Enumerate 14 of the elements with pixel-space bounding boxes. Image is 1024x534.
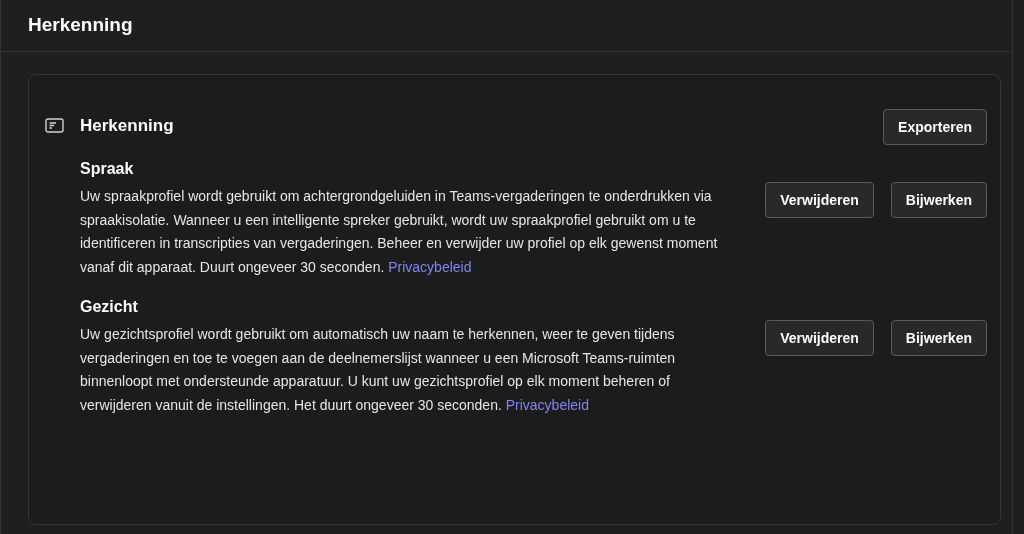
section-title: Gezicht xyxy=(80,297,139,317)
privacy-link[interactable]: Privacybeleid xyxy=(505,396,589,413)
remove-button[interactable]: Verwijderen xyxy=(765,320,874,356)
section-description: Uw gezichtsprofiel wordt gebruikt om automatisch uw naam te herkennen, weer te geven tijdens vergaderingen en toe te voegen aan de deelnemerslijst wanneer u een Microsoft Teams-ruimten binnenloopt met ondersteunde apparatuur. U kunt uw gezichtsprofiel op elk moment beheren of verwijderen vanuit de instellingen. Het duurt ongeveer 30 seconden. Privacybeleid xyxy=(80,325,677,415)
section-description: Uw spraakprofiel wordt gebruikt om achtergrondgeluiden in Teams-vergaderingen te onderdrukken via spraakisolatie. Wanneer u een intelligente spreker gebruikt, wordt uw spraakprofiel gebruikt om u te identificeren in transcripties van vergaderingen. Beheer en verwijder uw profiel op elk gewenst moment vanaf dit apparaat. Duurt ongeveer 30 seconden. Privacybeleid xyxy=(80,187,719,277)
page-title: Herkenning xyxy=(28,13,133,38)
export-button[interactable]: Exporteren xyxy=(883,109,987,145)
update-button[interactable]: Bijwerken xyxy=(890,320,987,356)
card-icon xyxy=(45,118,64,134)
card-title: Herkenning xyxy=(80,115,174,137)
update-button[interactable]: Bijwerken xyxy=(890,182,987,218)
remove-button[interactable]: Verwijderen xyxy=(765,182,874,218)
privacy-link[interactable]: Privacybeleid xyxy=(388,258,472,275)
section-title: Spraak xyxy=(80,159,135,179)
